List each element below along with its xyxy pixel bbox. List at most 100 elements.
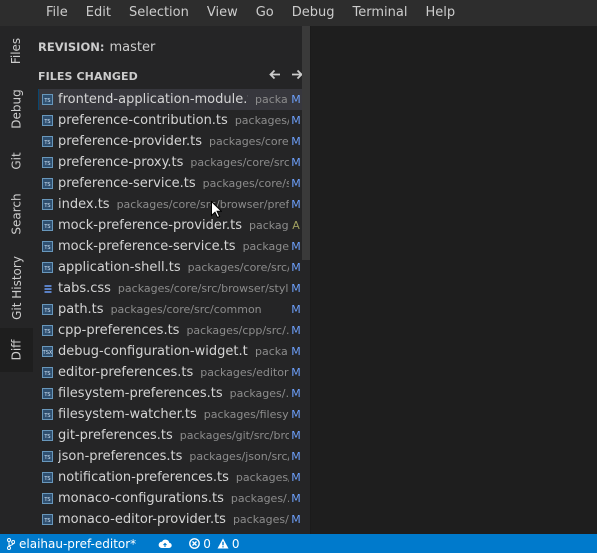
svg-text:TS: TS (43, 413, 50, 419)
file-row[interactable]: TS preference-contribution.ts packages/cor… (38, 110, 303, 131)
file-name: frontend-application-module.ts (58, 92, 248, 107)
file-name: cpp-preferences.ts (58, 323, 180, 338)
branch-indicator[interactable]: elaihau-pref-editor* (7, 534, 136, 553)
file-name: tabs.css (58, 281, 111, 296)
file-row[interactable]: TS index.ts packages/core/src/browser/pref… (38, 194, 303, 215)
file-name: index.ts (58, 197, 110, 212)
typescript-file-icon: TS (42, 304, 53, 315)
svg-text:TS: TS (43, 203, 50, 209)
file-status-badge: M (289, 488, 303, 509)
file-row[interactable]: TSmock-preference-service.tspackages/cor… (38, 236, 303, 257)
file-row[interactable]: TSpreference-provider.tspackages/core/sr… (38, 131, 303, 152)
tab-debug-label: Debug (9, 89, 24, 129)
menu-item-help[interactable]: Help (416, 0, 464, 26)
svg-text:TS: TS (43, 140, 50, 146)
file-path: packages/core/src/browser (202, 177, 303, 190)
menu-item-file[interactable]: File (37, 0, 77, 26)
typescript-file-icon: TS (42, 199, 53, 210)
file-row[interactable]: TSfilesystem-watcher.tspackages/filesyst… (38, 404, 303, 425)
tab-git[interactable]: Git (0, 144, 33, 178)
file-row[interactable]: tabs.css packages/core/src/browser/style M (38, 278, 303, 299)
file-path: packages/git/src/browser (179, 429, 303, 442)
typescript-file-icon: TS (42, 136, 53, 147)
branch-name: elaihau-pref-editor* (19, 536, 137, 551)
file-row[interactable]: TS json-preferences.ts packages/json/src/b… (38, 446, 303, 467)
svg-text:TS: TS (43, 245, 50, 251)
tab-git-history[interactable]: Git History (0, 250, 33, 326)
menu-item-selection[interactable]: Selection (120, 0, 198, 26)
file-status-badge: M (289, 278, 303, 299)
tab-diff[interactable]: Diff (0, 328, 33, 372)
file-row[interactable]: TS editor-preferences.ts packages/editor/s… (38, 362, 303, 383)
cloud-sync-icon[interactable] (158, 534, 172, 553)
file-name: editor-preferences.ts (58, 365, 194, 380)
file-name: application-shell.ts (58, 260, 181, 275)
file-status-badge: A (289, 215, 303, 236)
menu-item-debug[interactable]: Debug (283, 0, 344, 26)
file-name: debug-configuration-widget.tsx (58, 344, 248, 359)
file-name: preference-contribution.ts (58, 113, 228, 128)
tab-files[interactable]: Files (0, 26, 33, 76)
file-row[interactable]: TSmonaco-editor-provider.tspackages/mona… (38, 509, 303, 530)
arrow-left-icon[interactable] (268, 66, 282, 82)
typescript-file-icon: TS (42, 430, 53, 441)
file-name: git-preferences.ts (58, 428, 173, 443)
typescript-file-icon: TSX (42, 346, 53, 357)
file-row[interactable]: TS git-preferences.ts packages/git/src/bro… (38, 425, 303, 446)
file-path: packages/core/src/browser (190, 156, 303, 169)
file-row[interactable]: TS preference-service.ts packages/core/src… (38, 173, 303, 194)
file-path: packages/json/src/browser (189, 450, 303, 463)
menu-item-go[interactable]: Go (247, 0, 283, 26)
typescript-file-icon: TS (42, 157, 53, 168)
diff-panel: REVISION: master FILES CHANGED TS fronten… (33, 26, 311, 534)
file-path: packages/core/src/browser/style (117, 282, 296, 295)
file-status-badge: M (289, 383, 303, 404)
file-row[interactable]: TSmock-preference-provider.tspackages/co… (38, 215, 303, 236)
file-row[interactable]: TSfilesystem-preferences.tspackages/file… (38, 383, 303, 404)
tab-debug[interactable]: Debug (0, 84, 33, 134)
revision-line: REVISION: master (38, 40, 155, 55)
svg-text:TSX: TSX (42, 350, 53, 356)
menu-item-edit[interactable]: Edit (77, 0, 120, 26)
svg-text:TS: TS (43, 497, 50, 503)
file-status-badge: M (289, 89, 303, 110)
tab-git-label: Git (9, 152, 24, 170)
svg-text:TS: TS (43, 182, 50, 188)
file-row[interactable]: TSmonaco-configurations.tspackages/monac… (38, 488, 303, 509)
typescript-file-icon: TS (42, 472, 53, 483)
file-row[interactable]: TS cpp-preferences.ts packages/cpp/src/bro… (38, 320, 303, 341)
file-status-badge: M (289, 152, 303, 173)
typescript-file-icon: TS (42, 493, 53, 504)
tab-search[interactable]: Search (0, 186, 33, 242)
file-row[interactable]: TS preference-proxy.ts packages/core/src/b… (38, 152, 303, 173)
file-status-badge: M (289, 362, 303, 383)
svg-text:TS: TS (43, 161, 50, 167)
file-row[interactable]: TSfrontend-application-module.tspackages… (38, 89, 303, 110)
git-branch-icon (7, 537, 15, 550)
file-name: filesystem-preferences.ts (58, 386, 223, 401)
panel-scrollbar[interactable] (302, 26, 310, 260)
revision-value: master (109, 40, 156, 55)
files-changed-heading: FILES CHANGED (38, 70, 138, 83)
file-row[interactable]: TS path.ts packages/core/src/common M (38, 299, 303, 320)
file-name: preference-provider.ts (58, 134, 202, 149)
file-path: packages/core/src/common (110, 303, 262, 316)
file-status-badge: M (289, 341, 303, 362)
file-path: packages/cpp/src/browser (186, 324, 303, 337)
file-row[interactable]: TS application-shell.ts packages/core/src/… (38, 257, 303, 278)
diff-navigation (268, 66, 304, 82)
file-status-badge: M (289, 236, 303, 257)
file-name: monaco-editor-provider.ts (58, 512, 226, 527)
file-status-badge: M (289, 404, 303, 425)
problems-indicator[interactable]: 0 0 (189, 534, 239, 553)
revision-label: REVISION: (38, 40, 105, 54)
file-row[interactable]: TSXdebug-configuration-widget.tsxpackage… (38, 341, 303, 362)
svg-text:TS: TS (43, 308, 50, 314)
menu-item-terminal[interactable]: Terminal (344, 0, 417, 26)
file-row[interactable]: TSnotification-preferences.tspackages/me… (38, 467, 303, 488)
tab-diff-label: Diff (9, 339, 24, 361)
menu-item-view[interactable]: View (198, 0, 247, 26)
file-path: packages/editor/src/browser (200, 366, 303, 379)
file-name: monaco-configurations.ts (58, 491, 224, 506)
svg-text:TS: TS (43, 98, 50, 104)
